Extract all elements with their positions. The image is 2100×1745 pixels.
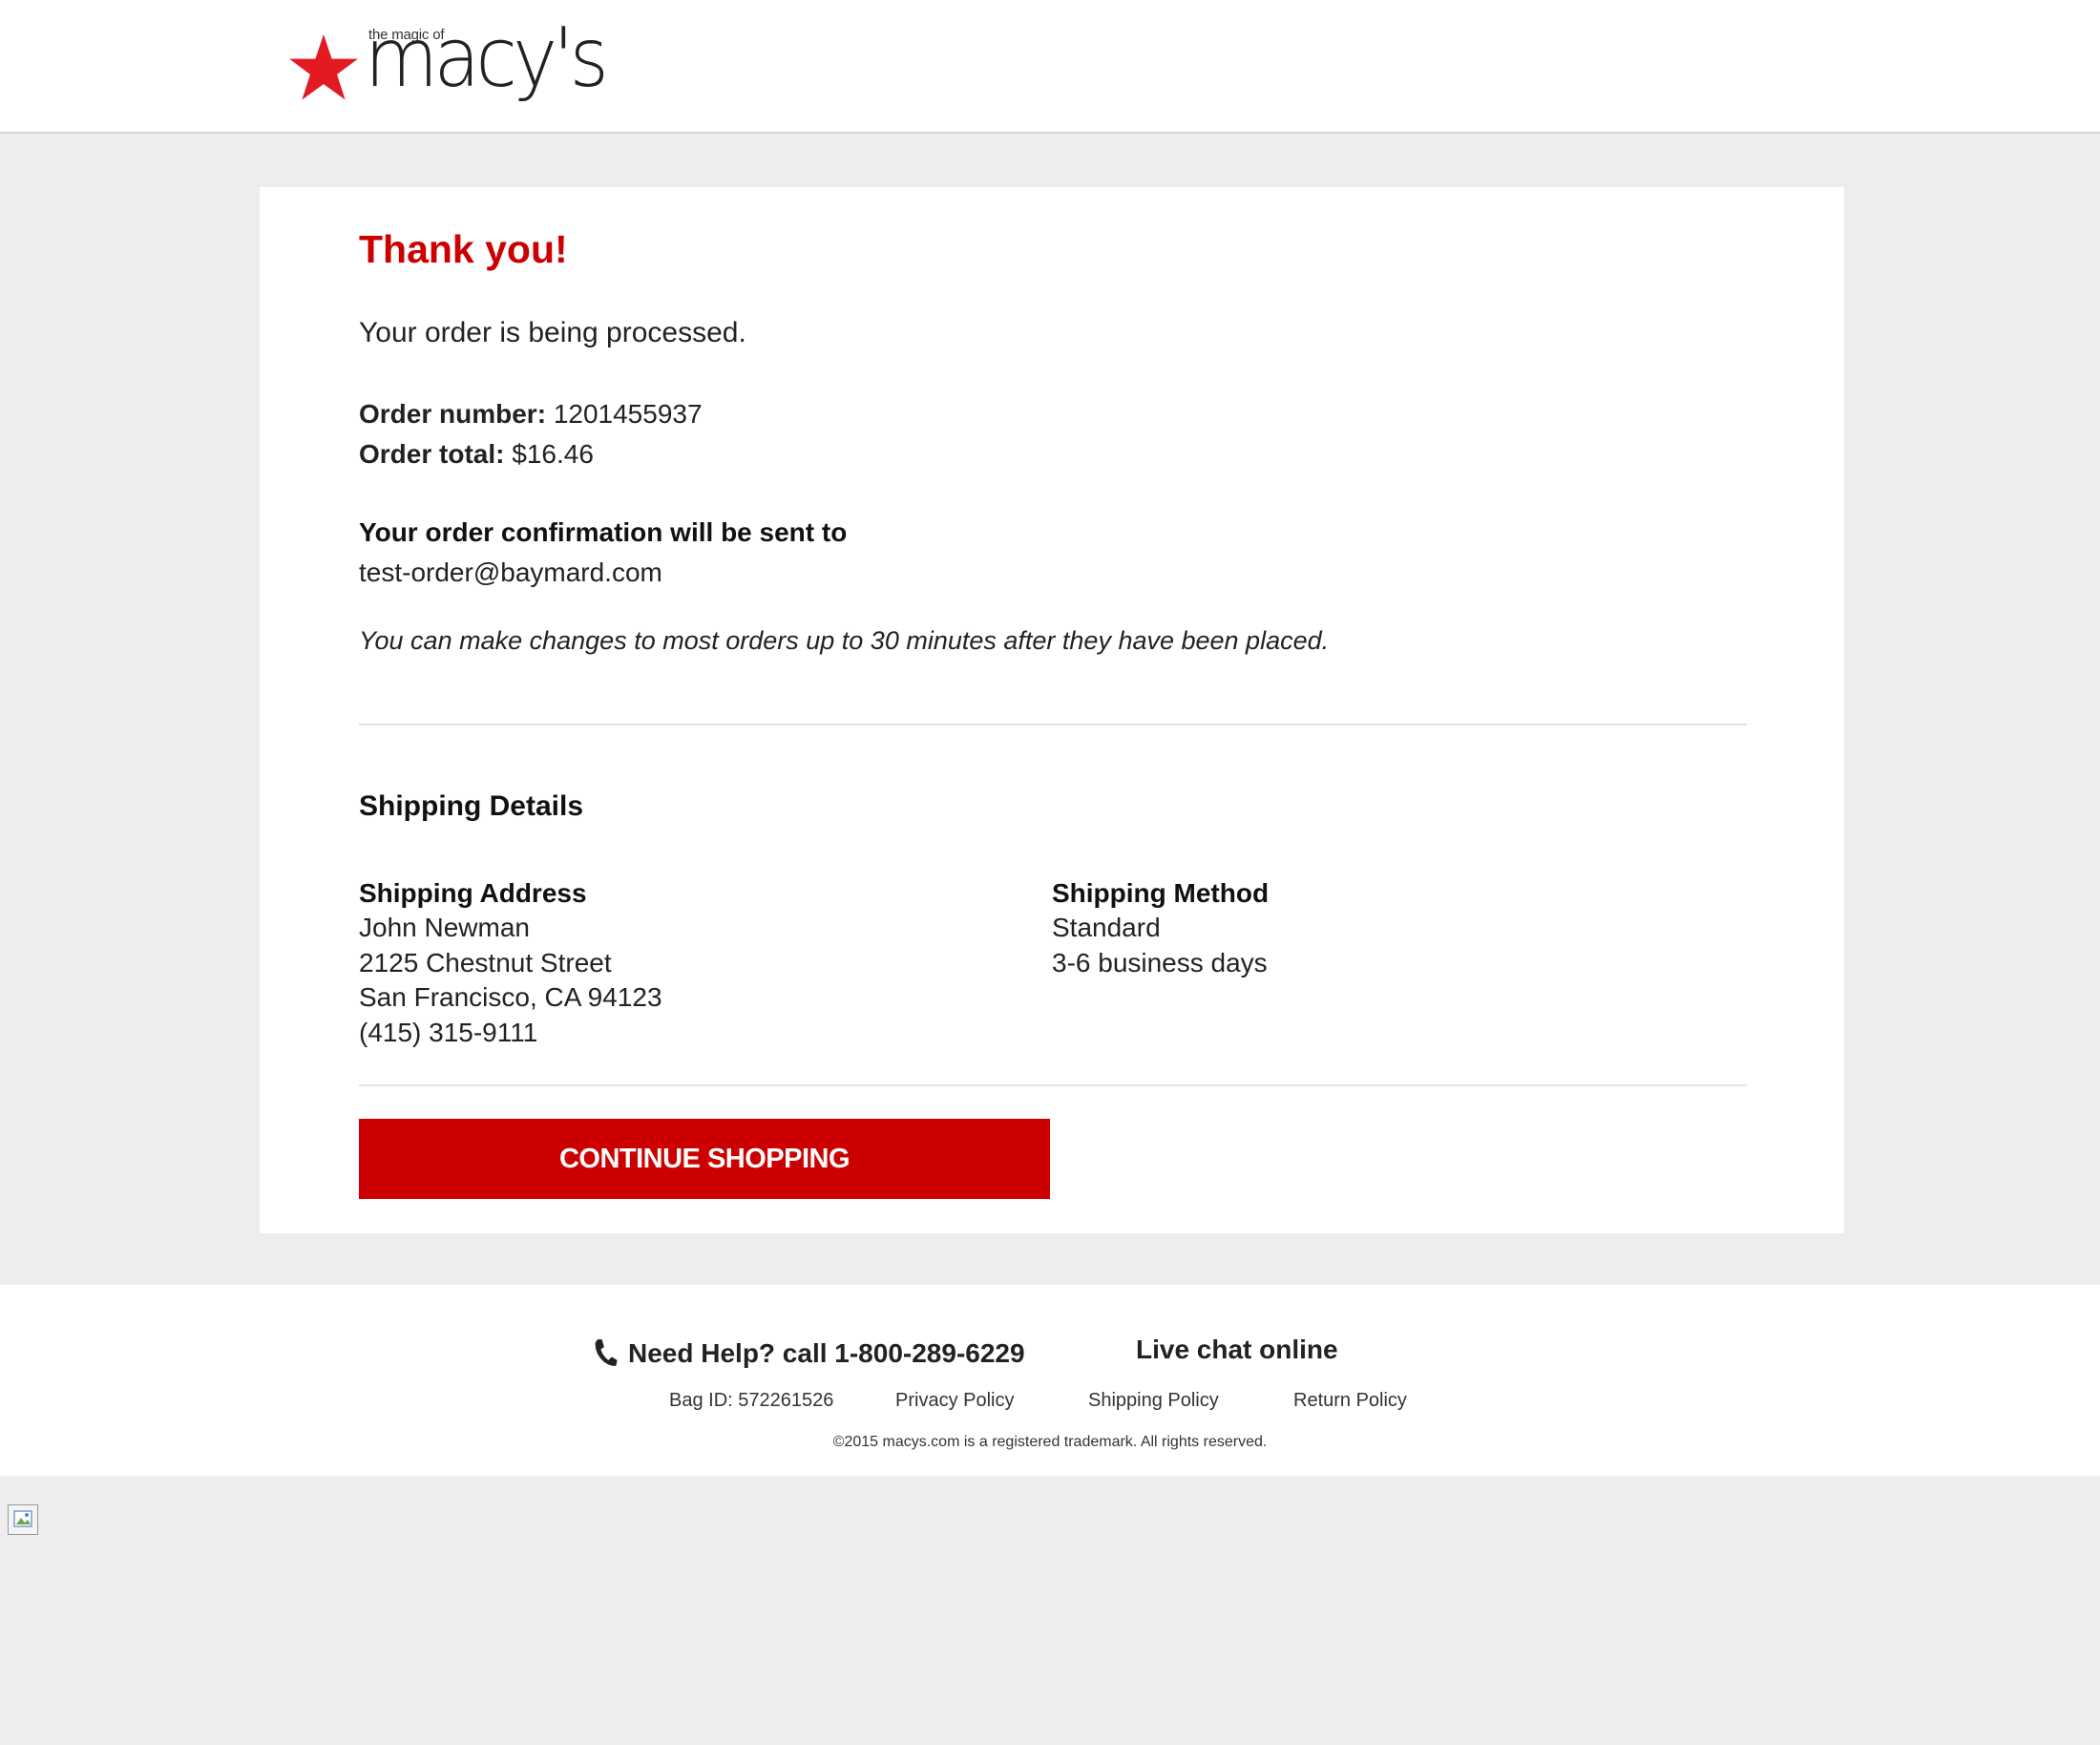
- confirmation-card: Thank you! Your order is being processed…: [260, 187, 1844, 1233]
- broken-image-icon: [8, 1504, 38, 1535]
- order-total-value: $16.46: [512, 439, 594, 469]
- logo-wordmark: macy's: [365, 11, 609, 106]
- shipping-address-title: Shipping Address: [359, 878, 587, 908]
- divider: [359, 1084, 1747, 1086]
- continue-shopping-button[interactable]: CONTINUE SHOPPING: [359, 1119, 1050, 1199]
- page-title: Thank you!: [359, 227, 568, 271]
- shipping-method-title: Shipping Method: [1052, 878, 1270, 908]
- order-number-value: 1201455937: [553, 399, 703, 429]
- help-phone-text: Need Help? call 1-800-289-6229: [628, 1338, 1025, 1368]
- macys-logo[interactable]: the magic of macy's: [286, 17, 611, 116]
- order-number-label: Order number:: [359, 399, 547, 429]
- confirmation-email-label: Your order confirmation will be sent to: [359, 517, 848, 547]
- image-placeholder-icon: [13, 1510, 32, 1527]
- address-phone: (415) 315-9111: [359, 1017, 538, 1047]
- copyright-notice: ©2015 macys.com is a registered trademar…: [832, 1434, 1268, 1450]
- divider: [359, 724, 1747, 725]
- help-phone[interactable]: Need Help? call 1-800-289-6229: [592, 1338, 1025, 1369]
- order-total-label: Order total:: [359, 439, 505, 469]
- order-status-text: Your order is being processed.: [359, 317, 746, 348]
- shipping-details-heading: Shipping Details: [359, 790, 584, 822]
- bag-id: Bag ID: 572261526: [669, 1390, 834, 1411]
- address-street: 2125 Chestnut Street: [359, 947, 612, 978]
- confirmation-email: test-order@baymard.com: [359, 557, 662, 587]
- phone-icon: [595, 1339, 618, 1366]
- shipping-method-time: 3-6 business days: [1052, 947, 1268, 978]
- return-policy-link[interactable]: Return Policy: [1293, 1390, 1407, 1412]
- shipping-policy-link[interactable]: Shipping Policy: [1088, 1390, 1219, 1412]
- site-header: the magic of macy's: [0, 0, 2100, 134]
- order-total-line: Order total: $16.46: [359, 439, 594, 470]
- address-city: San Francisco, CA 94123: [359, 982, 662, 1012]
- order-changes-note: You can make changes to most orders up t…: [359, 626, 1330, 655]
- live-chat-link[interactable]: Live chat online: [1136, 1335, 1338, 1365]
- shipping-method-name: Standard: [1052, 913, 1161, 942]
- shipping-address: Shipping Address John Newman 2125 Chestn…: [359, 876, 662, 1050]
- privacy-policy-link[interactable]: Privacy Policy: [895, 1390, 1014, 1412]
- order-number-line: Order number: 1201455937: [359, 399, 703, 430]
- star-icon: [289, 33, 358, 100]
- shipping-method: Shipping Method Standard 3-6 business da…: [1052, 876, 1269, 980]
- site-footer: Need Help? call 1-800-289-6229 Live chat…: [0, 1285, 2100, 1476]
- address-name: John Newman: [359, 913, 530, 942]
